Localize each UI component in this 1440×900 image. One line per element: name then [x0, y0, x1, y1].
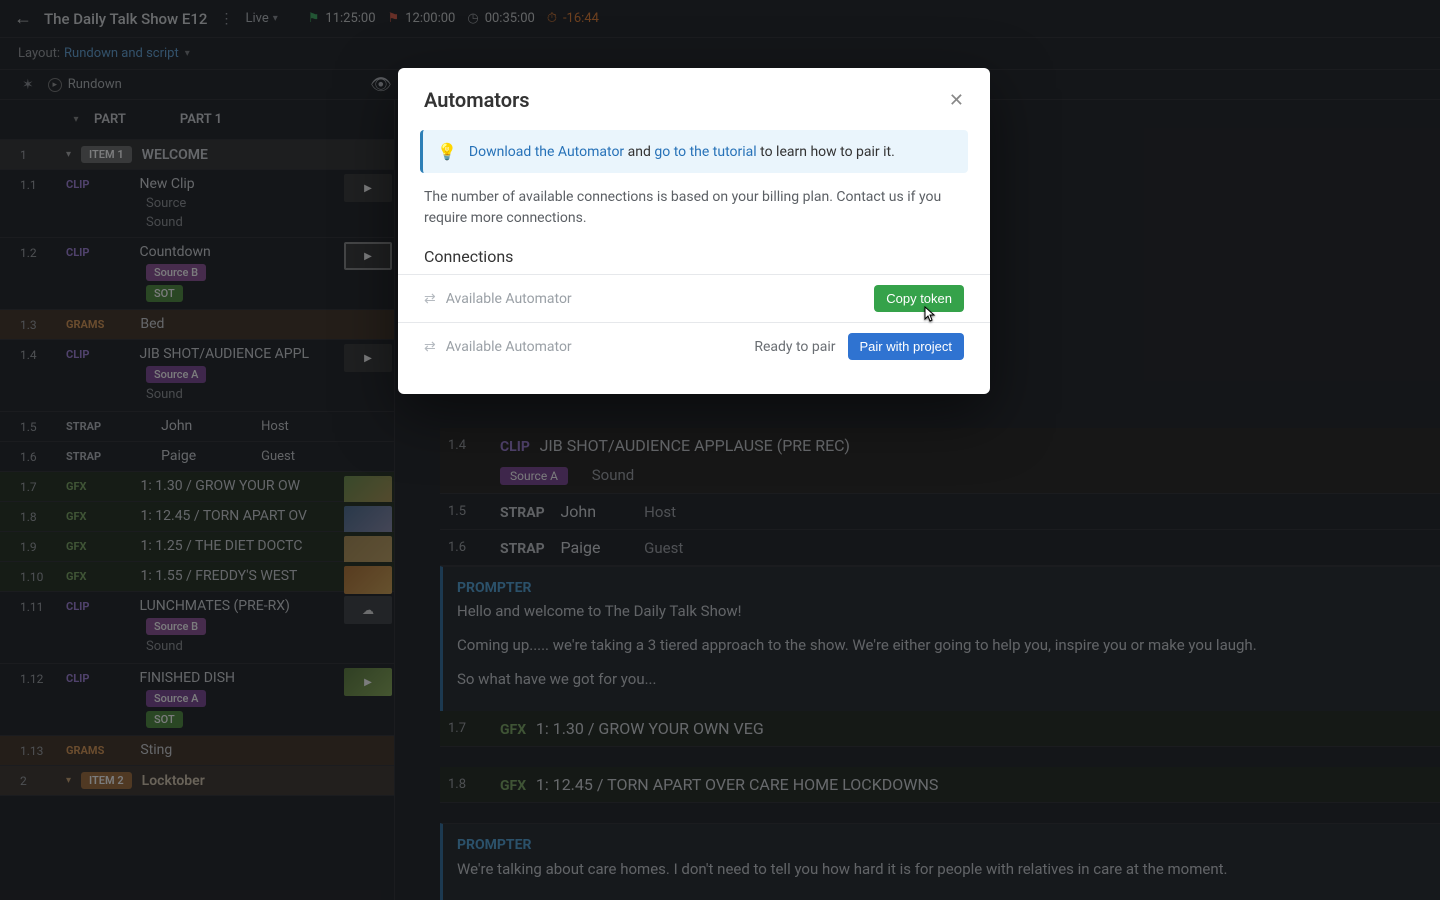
banner-text: to learn how to pair it. — [757, 144, 895, 160]
info-banner: 💡 Download the Automator and go to the t… — [420, 130, 968, 173]
connection-row: ⇄ Available Automator Copy token — [398, 274, 990, 322]
connection-status: Ready to pair — [754, 339, 835, 355]
modal-title: Automators — [424, 88, 530, 112]
automator-icon: ⇄ — [424, 339, 436, 355]
close-icon[interactable]: ✕ — [949, 90, 964, 111]
banner-text: and — [624, 144, 654, 160]
lightbulb-icon: 💡 — [437, 142, 457, 161]
connection-label: Available Automator — [446, 339, 572, 355]
connections-heading: Connections — [398, 247, 990, 274]
automators-modal: Automators ✕ 💡 Download the Automator an… — [398, 68, 990, 394]
automator-icon: ⇄ — [424, 291, 436, 307]
modal-description: The number of available connections is b… — [398, 187, 990, 247]
connection-row: ⇄ Available Automator Ready to pair Pair… — [398, 322, 990, 370]
pair-project-button[interactable]: Pair with project — [848, 333, 964, 360]
connection-label: Available Automator — [446, 291, 572, 307]
copy-token-button[interactable]: Copy token — [874, 285, 964, 312]
tutorial-link[interactable]: go to the tutorial — [654, 144, 756, 160]
download-automator-link[interactable]: Download the Automator — [469, 144, 624, 160]
